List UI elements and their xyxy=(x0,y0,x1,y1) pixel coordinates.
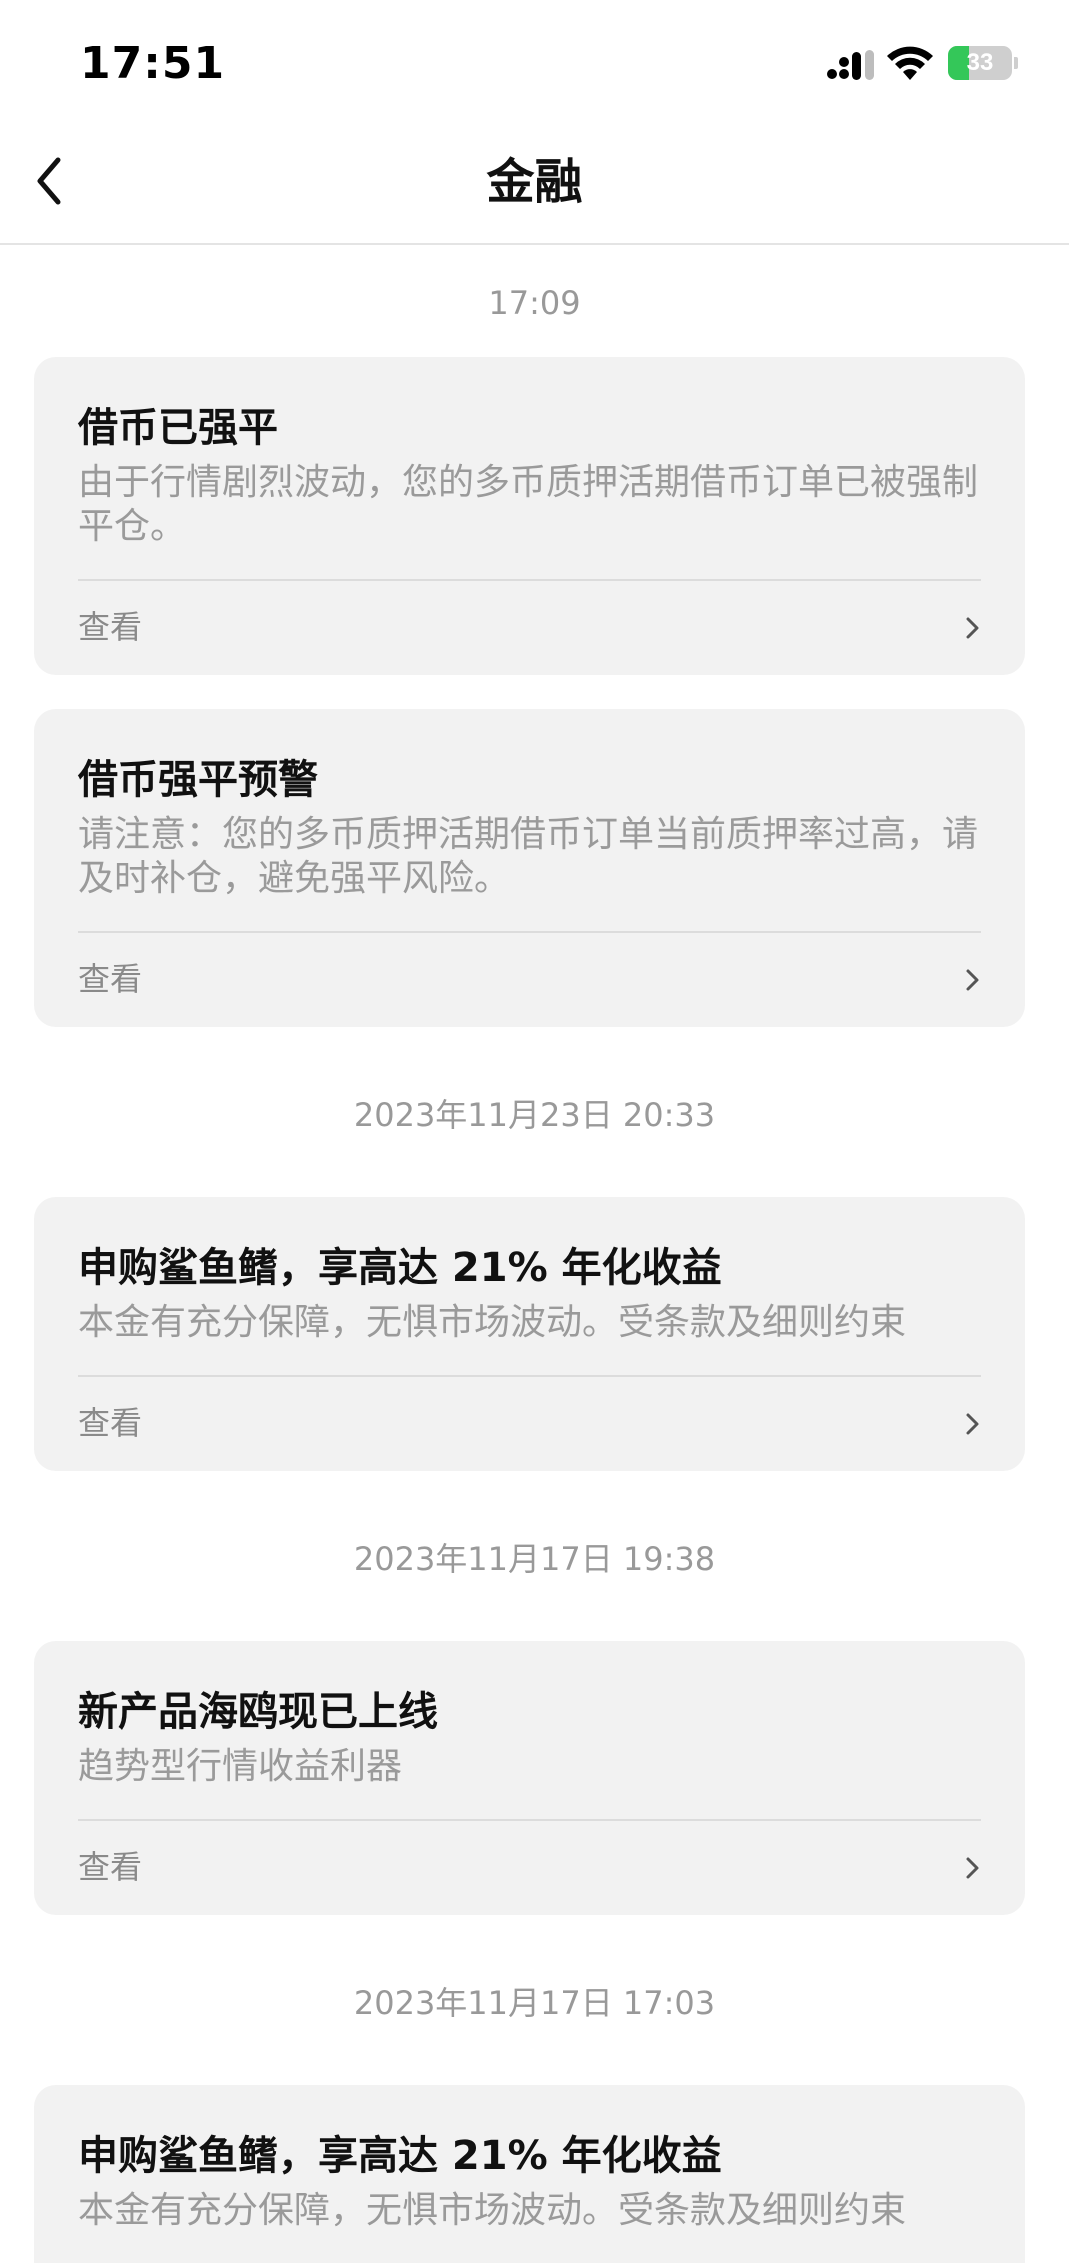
view-row[interactable]: 查看 xyxy=(78,933,981,1027)
battery-percentage: 33 xyxy=(966,49,994,76)
navigation-bar: 金融 xyxy=(0,120,1069,245)
notification-body: 本金有充分保障，无惧市场波动。受条款及细则约束 xyxy=(78,2190,907,2231)
group-timestamp: 17:09 xyxy=(488,284,581,322)
status-time: 17:51 xyxy=(80,38,226,89)
notification-card[interactable]: 申购鲨鱼鳍，享高达 21% 年化收益 本金有充分保障，无惧市场波动。受条款及细则… xyxy=(34,1197,1025,1471)
notification-body: 趋势型行情收益利器 xyxy=(78,1746,403,1787)
page-title: 金融 xyxy=(486,154,583,210)
chevron-right-icon xyxy=(966,1857,979,1879)
view-link[interactable]: 查看 xyxy=(78,959,142,999)
view-row[interactable]: 查看 xyxy=(78,1821,981,1915)
notification-card[interactable]: 借币强平预警 请注意：您的多币质押活期借币订单当前质押率过高，请及时补仓，避免强… xyxy=(34,709,1025,1027)
notification-title: 新产品海鸥现已上线 xyxy=(78,1689,438,1735)
chevron-right-icon xyxy=(966,969,979,991)
notification-title: 申购鲨鱼鳍，享高达 21% 年化收益 xyxy=(78,2133,722,2179)
view-link[interactable]: 查看 xyxy=(78,1847,142,1887)
notification-feed: 17:09 借币已强平 由于行情剧烈波动，您的多币质押活期借币订单已被强制平仓。… xyxy=(0,245,1069,2263)
notification-title: 借币已强平 xyxy=(78,405,278,451)
battery-icon: 33 xyxy=(948,46,1018,80)
chevron-left-icon xyxy=(37,157,61,205)
view-link[interactable]: 查看 xyxy=(78,1403,142,1443)
notification-group: 2023年11月17日 19:38 新产品海鸥现已上线 趋势型行情收益利器 查看 xyxy=(0,1539,1069,1915)
view-row[interactable]: 查看 xyxy=(78,581,981,675)
view-link[interactable]: 查看 xyxy=(78,607,142,647)
notification-title: 借币强平预警 xyxy=(78,757,318,803)
group-timestamp: 2023年11月17日 17:03 xyxy=(353,1984,716,2022)
notification-card[interactable]: 借币已强平 由于行情剧烈波动，您的多币质押活期借币订单已被强制平仓。 查看 xyxy=(34,357,1025,675)
chevron-right-icon xyxy=(966,1413,979,1435)
back-button[interactable] xyxy=(18,146,88,216)
notification-group: 2023年11月23日 20:33 申购鲨鱼鳍，享高达 21% 年化收益 本金有… xyxy=(0,1095,1069,1471)
status-bar: 17:51 33 xyxy=(0,0,1069,120)
wifi-icon xyxy=(887,46,933,80)
group-timestamp: 2023年11月17日 19:38 xyxy=(353,1540,716,1578)
notification-card[interactable]: 新产品海鸥现已上线 趋势型行情收益利器 查看 xyxy=(34,1641,1025,1915)
notification-body: 本金有充分保障，无惧市场波动。受条款及细则约束 xyxy=(78,1302,907,1343)
cellular-signal-icon xyxy=(827,50,874,80)
finance-notifications-screen: 17:51 33 金融 17:09 借币已强平 由于行情剧烈波动，您的多币质押活… xyxy=(0,0,1069,2263)
notification-card[interactable]: 申购鲨鱼鳍，享高达 21% 年化收益 本金有充分保障，无惧市场波动。受条款及细则… xyxy=(34,2085,1025,2263)
notification-body: 由于行情剧烈波动，您的多币质押活期借币订单已被强制平仓。 xyxy=(78,462,979,547)
view-row[interactable]: 查看 xyxy=(78,1377,981,1471)
group-timestamp: 2023年11月23日 20:33 xyxy=(353,1096,716,1134)
notification-group: 17:09 借币已强平 由于行情剧烈波动，您的多币质押活期借币订单已被强制平仓。… xyxy=(0,283,1069,1027)
chevron-right-icon xyxy=(966,617,979,639)
notification-title: 申购鲨鱼鳍，享高达 21% 年化收益 xyxy=(78,1245,722,1291)
notification-group: 2023年11月17日 17:03 申购鲨鱼鳍，享高达 21% 年化收益 本金有… xyxy=(0,1983,1069,2263)
notification-body: 请注意：您的多币质押活期借币订单当前质押率过高，请及时补仓，避免强平风险。 xyxy=(78,814,979,899)
